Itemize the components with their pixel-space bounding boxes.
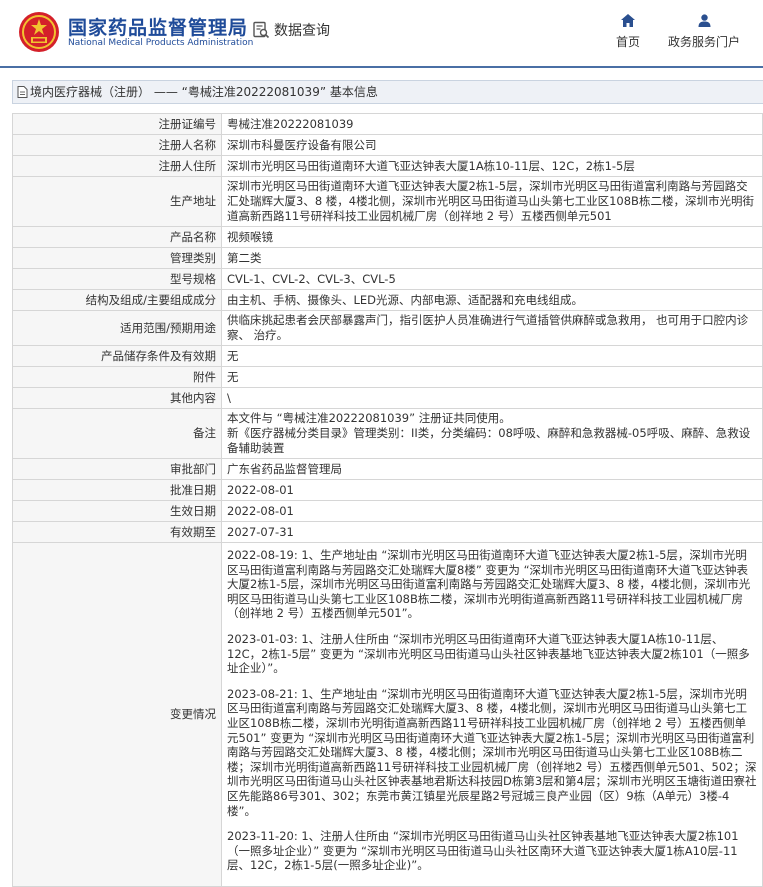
field-label: 生效日期: [12, 500, 222, 522]
table-row: 结构及组成/主要组成成分 由主机、手柄、摄像头、LED光源、内部电源、适配器和充电…: [12, 289, 763, 311]
nav-home[interactable]: 首页: [614, 14, 642, 50]
table-row: 产品名称 视频喉镜: [12, 226, 763, 248]
breadcrumb: 境内医疗器械（注册） —— “粤械注准20222081039” 基本信息: [12, 80, 763, 104]
nav-home-label: 首页: [615, 35, 640, 49]
table-row: 生效日期 2022-08-01: [12, 500, 763, 522]
field-label: 注册人住所: [12, 155, 222, 177]
nav-service-portal[interactable]: 政务服务门户: [666, 14, 742, 50]
change-entry: 2023-11-20: 1、注册人住所由 “深圳市光明区马田街道马山头社区钟表基…: [227, 829, 739, 873]
field-value: 深圳市光明区马田街道南环大道飞亚达钟表大厦1A栋10-11层、12C，2栋1-5…: [221, 155, 763, 177]
field-value: 2022-08-01: [221, 500, 763, 522]
field-label: 产品储存条件及有效期: [12, 345, 222, 367]
field-value: 2027-07-31: [221, 521, 763, 543]
field-value-line: 2027-07-31: [227, 524, 294, 539]
field-label: 适用范围/预期用途: [12, 310, 222, 346]
table-row: 备注 本文件与 “粤械注准20222081039” 注册证共同使用。 新《医疗器械分…: [12, 408, 763, 459]
field-value-line: \: [227, 390, 231, 405]
field-label: 批准日期: [12, 479, 222, 501]
change-history-row: 变更情况 2022-08-19: 1、生产地址由 “深圳市光明区马田街道南环大道飞…: [12, 542, 763, 887]
field-value: 本文件与 “粤械注准20222081039” 注册证共同使用。 新《医疗器械分类目…: [221, 408, 763, 459]
registration-detail-table: 注册证编号 粤械注准20222081039 注册人名称 深圳市科曼医疗设备有限公司 注册…: [12, 113, 763, 887]
field-value: 视频喉镜: [221, 226, 763, 248]
field-value-line: CVL-1、CVL-2、CVL-3、CVL-5: [227, 271, 396, 286]
field-value-line: 第二类: [227, 250, 262, 265]
data-query-label: 数据查询: [274, 23, 330, 39]
field-value-line: 2022-08-01: [227, 482, 294, 497]
field-value-line: 深圳市科曼医疗设备有限公司: [227, 137, 377, 152]
table-row: 其他内容 \: [12, 387, 763, 409]
breadcrumb-text: 境内医疗器械（注册） —— “粤械注准20222081039” 基本信息: [30, 85, 378, 99]
field-value: 深圳市科曼医疗设备有限公司: [221, 134, 763, 156]
table-row: 适用范围/预期用途 供临床挑起患者会厌部暴露声门，指引医护人员准确进行气道插管供麻…: [12, 310, 763, 346]
change-history-label: 变更情况: [12, 542, 222, 887]
field-label: 生产地址: [12, 176, 222, 227]
field-value-line: 无: [227, 348, 239, 363]
table-row: 注册人住所 深圳市光明区马田街道南环大道飞亚达钟表大厦1A栋10-11层、12C，…: [12, 155, 763, 177]
change-entry: 2023-01-03: 1、注册人住所由 “深圳市光明区马田街道南环大道飞亚达钟…: [227, 631, 750, 676]
field-value-line: 视频喉镜: [227, 229, 273, 244]
table-row: 生产地址 深圳市光明区马田街道南环大道飞亚达钟表大厦2栋1-5层，深圳市光明区马田…: [12, 176, 763, 227]
field-value-line: 广东省药品监督管理局: [227, 461, 342, 476]
user-icon: [698, 14, 710, 27]
field-value-line: 2022-08-01: [227, 503, 294, 518]
data-query-link[interactable]: 数据查询: [252, 20, 330, 40]
site-subtitle: National Medical Products Administration: [68, 38, 254, 48]
field-value-line: 深圳市光明区马田街道南环大道飞亚达钟表大厦1A栋10-11层、12C，2栋1-5…: [227, 158, 635, 173]
site-title[interactable]: 国家药品监督管理局: [68, 13, 248, 40]
field-value-line: 无: [227, 369, 239, 384]
field-value: \: [221, 387, 763, 409]
field-value: 无: [221, 366, 763, 388]
field-label: 注册人名称: [12, 134, 222, 156]
national-emblem-icon[interactable]: [18, 11, 60, 53]
field-value: 第二类: [221, 247, 763, 269]
table-row: 批准日期 2022-08-01: [12, 479, 763, 501]
field-label: 结构及组成/主要组成成分: [12, 289, 222, 311]
field-label: 有效期至: [12, 521, 222, 543]
field-value-line: 深圳市光明区马田街道南环大道飞亚达钟表大厦2栋1-5层，深圳市光明区马田街道富利…: [227, 179, 754, 223]
field-label: 审批部门: [12, 458, 222, 480]
field-label: 备注: [12, 408, 222, 459]
field-value: 供临床挑起患者会厌部暴露声门，指引医护人员准确进行气道插管供麻醉或急救用， 也可…: [221, 310, 763, 346]
document-icon: [17, 86, 28, 98]
field-label: 其他内容: [12, 387, 222, 409]
field-value: 广东省药品监督管理局: [221, 458, 763, 480]
field-value-line: 新《医疗器械分类目录》管理类别：II类，分类编码：08呼吸、麻醉和急救器械-05…: [227, 426, 751, 455]
field-label: 管理类别: [12, 247, 222, 269]
field-value: 由主机、手柄、摄像头、LED光源、内部电源、适配器和充电线组成。: [221, 289, 763, 311]
table-row: 管理类别 第二类: [12, 247, 763, 269]
field-value: CVL-1、CVL-2、CVL-3、CVL-5: [221, 268, 763, 290]
field-value: 深圳市光明区马田街道南环大道飞亚达钟表大厦2栋1-5层，深圳市光明区马田街道富利…: [221, 176, 763, 227]
field-value-line: 粤械注准20222081039: [227, 116, 354, 131]
field-value: 无: [221, 345, 763, 367]
nav-service-portal-label: 政务服务门户: [667, 35, 740, 49]
table-row: 附件无: [12, 366, 763, 388]
field-value-line: 由主机、手柄、摄像头、LED光源、内部电源、适配器和充电线组成。: [227, 292, 584, 307]
field-label: 型号规格: [12, 268, 222, 290]
field-label: 注册证编号: [12, 113, 222, 135]
field-value-line: 本文件与 “粤械注准20222081039” 注册证共同使用。: [227, 411, 511, 425]
home-icon: [621, 14, 635, 27]
field-value-line: 供临床挑起患者会厌部暴露声门，指引医护人员准确进行气道插管供麻醉或急救用， 也可…: [227, 313, 749, 342]
change-entry: 2022-08-19: 1、生产地址由 “深圳市光明区马田街道南环大道飞亚达钟表…: [227, 548, 751, 621]
site-header: 国家药品监督管理局 National Medical Products Admi…: [0, 0, 763, 68]
change-entry: 2023-08-21: 1、生产地址由 “深圳市光明区马田街道南环大道飞亚达钟表…: [227, 686, 757, 818]
field-value: 粤械注准20222081039: [221, 113, 763, 135]
field-label: 附件: [12, 366, 222, 388]
field-value: 2022-08-01: [221, 479, 763, 501]
table-row: 有效期至 2027-07-31: [12, 521, 763, 543]
change-history-list: 2022-08-19: 1、生产地址由 “深圳市光明区马田街道南环大道飞亚达钟表…: [221, 542, 763, 887]
table-row: 型号规格 CVL-1、CVL-2、CVL-3、CVL-5: [12, 268, 763, 290]
table-row: 产品储存条件及有效期无: [12, 345, 763, 367]
data-query-icon: [253, 21, 270, 39]
table-row: 注册证编号 粤械注准20222081039: [12, 113, 763, 135]
table-row: 注册人名称 深圳市科曼医疗设备有限公司: [12, 134, 763, 156]
field-label: 产品名称: [12, 226, 222, 248]
table-row: 审批部门 广东省药品监督管理局: [12, 458, 763, 480]
